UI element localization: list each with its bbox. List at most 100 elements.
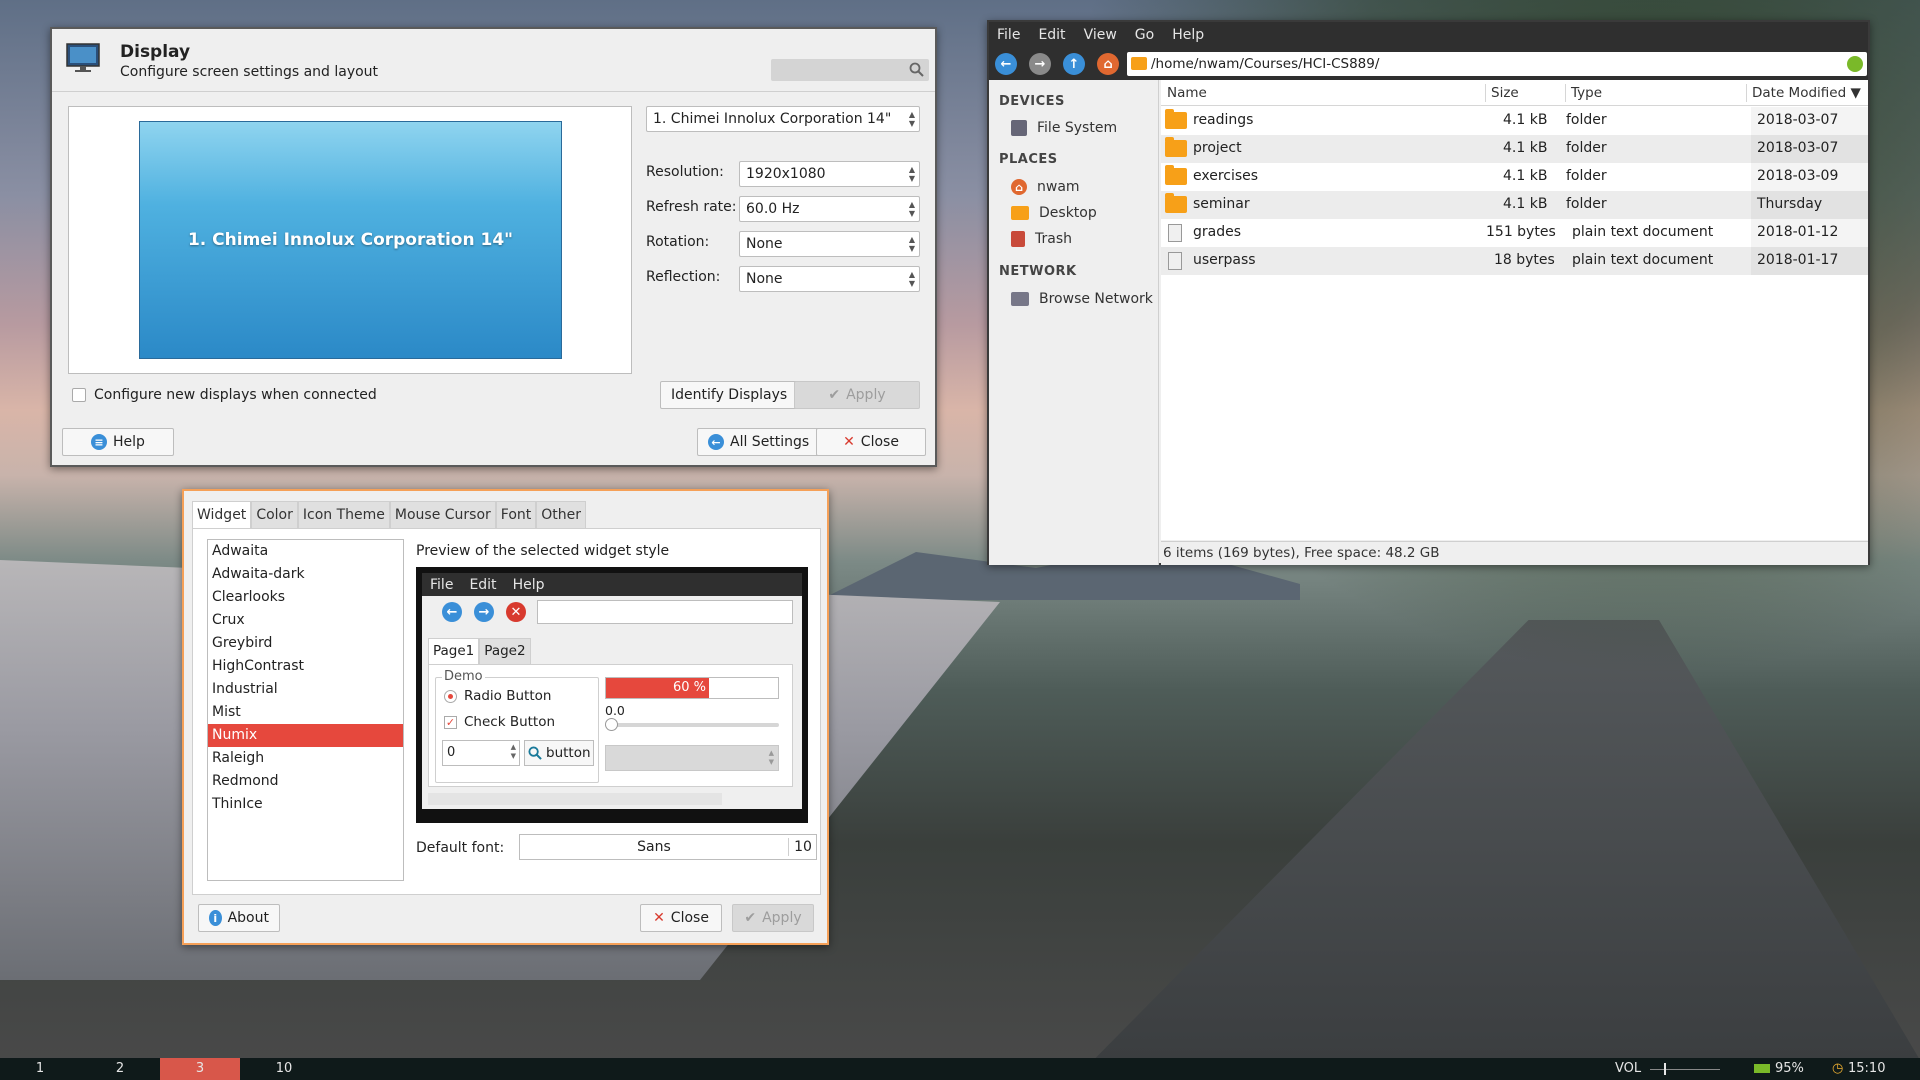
list-item[interactable]: Raleigh <box>208 747 403 770</box>
sidebar-item-trash[interactable]: Trash <box>1011 231 1072 247</box>
forward-icon[interactable]: → <box>474 602 494 622</box>
home-icon[interactable]: ⌂ <box>1097 53 1119 75</box>
demo-entry[interactable] <box>537 600 793 624</box>
menu-view[interactable]: View <box>1084 27 1117 43</box>
file-row[interactable]: userpass 18 bytes plain text document 20… <box>1161 247 1868 275</box>
demo-radio-button[interactable] <box>444 689 457 703</box>
demo-button[interactable]: button <box>524 740 594 766</box>
tab-other[interactable]: Other <box>536 501 587 528</box>
rotation-value: None <box>746 236 783 252</box>
column-type[interactable]: Type <box>1571 85 1602 101</box>
list-item[interactable]: Mist <box>208 701 403 724</box>
column-date-modified[interactable]: Date Modified ▼ <box>1752 85 1861 101</box>
apply-label: Apply <box>846 387 886 403</box>
menu-file[interactable]: File <box>997 27 1020 43</box>
configure-new-displays-checkbox[interactable] <box>72 388 86 402</box>
page-subtitle: Configure screen settings and layout <box>120 64 379 80</box>
list-item[interactable]: Greybird <box>208 632 403 655</box>
demo-scale-value: 0.0 <box>605 703 625 718</box>
list-item[interactable]: Crux <box>208 609 403 632</box>
back-icon[interactable]: ← <box>995 53 1017 75</box>
list-item-selected[interactable]: Numix <box>208 724 403 747</box>
help-button[interactable]: ≡ Help <box>62 428 174 456</box>
volume-slider[interactable] <box>1650 1069 1720 1070</box>
list-item[interactable]: Adwaita-dark <box>208 563 403 586</box>
refresh-rate-select[interactable]: 60.0 Hz ▲ ▼ <box>739 196 920 222</box>
workspace-10[interactable]: 10 <box>240 1058 328 1080</box>
workspace-3-active[interactable]: 3 <box>160 1058 240 1080</box>
tab-mouse-cursor[interactable]: Mouse Cursor <box>389 501 496 528</box>
search-input[interactable] <box>771 59 929 81</box>
sidebar-item-nwam[interactable]: ⌂ nwam <box>1011 179 1080 195</box>
sidebar-item-file-system[interactable]: File System <box>1011 120 1117 136</box>
reflection-select[interactable]: None ▲ ▼ <box>739 266 920 292</box>
file-row[interactable]: exercises 4.1 kB folder 2018-03-09 <box>1161 163 1868 191</box>
list-item[interactable]: Industrial <box>208 678 403 701</box>
clock-icon: ◷ <box>1832 1061 1844 1076</box>
column-size[interactable]: Size <box>1491 85 1519 101</box>
configure-new-displays-row[interactable]: Configure new displays when connected <box>72 387 377 403</box>
demo-scale-track[interactable] <box>605 723 779 727</box>
file-row[interactable]: seminar 4.1 kB folder Thursday <box>1161 191 1868 219</box>
workspace-2[interactable]: 2 <box>80 1058 160 1080</box>
demo-check-row[interactable]: ✓ Check Button <box>444 714 555 730</box>
about-button[interactable]: i About <box>198 904 280 932</box>
file-row[interactable]: readings 4.1 kB folder 2018-03-07 <box>1161 107 1868 135</box>
demo-spin-input[interactable]: 0 ▲ ▼ <box>442 740 520 766</box>
stop-icon[interactable]: ✕ <box>506 602 526 622</box>
sidebar-item-desktop[interactable]: Desktop <box>1011 205 1097 221</box>
monitor-preview[interactable]: 1. Chimei Innolux Corporation 14" <box>139 121 562 359</box>
location-bar[interactable]: /home/nwam/Courses/HCI-CS889/ <box>1127 52 1867 76</box>
rotation-select[interactable]: None ▲ ▼ <box>739 231 920 257</box>
demo-tab-page1[interactable]: Page1 <box>428 638 480 664</box>
apply-button[interactable]: ✔ Apply <box>732 904 814 932</box>
sidebar: DEVICES File System PLACES ⌂ nwam Deskto… <box>989 80 1159 565</box>
list-item[interactable]: Adwaita <box>208 540 403 563</box>
demo-scale-handle[interactable] <box>605 718 618 731</box>
list-item[interactable]: Redmond <box>208 770 403 793</box>
forward-icon[interactable]: → <box>1029 53 1051 75</box>
menu-go[interactable]: Go <box>1135 27 1154 43</box>
sidebar-item-browse-network[interactable]: Browse Network <box>1011 291 1153 307</box>
all-settings-button[interactable]: ← All Settings <box>697 428 821 456</box>
monitor-select[interactable]: 1. Chimei Innolux Corporation 14" ▲ ▼ <box>646 106 920 132</box>
sidebar-item-label: Desktop <box>1039 205 1097 221</box>
workspace-1[interactable]: 1 <box>0 1058 80 1080</box>
theme-list[interactable]: Adwaita Adwaita-dark Clearlooks Crux Gre… <box>207 539 404 881</box>
file-row[interactable]: grades 151 bytes plain text document 201… <box>1161 219 1868 247</box>
resolution-select[interactable]: 1920x1080 ▲ ▼ <box>739 161 920 187</box>
file-name: project <box>1193 140 1242 156</box>
tab-font[interactable]: Font <box>495 501 537 528</box>
list-item[interactable]: HighContrast <box>208 655 403 678</box>
back-icon[interactable]: ← <box>442 602 462 622</box>
list-item[interactable]: ThinIce <box>208 793 403 816</box>
tab-color[interactable]: Color <box>251 501 298 528</box>
text-document-icon <box>1168 252 1182 270</box>
file-row[interactable]: project 4.1 kB folder 2018-03-07 <box>1161 135 1868 163</box>
demo-menu-help[interactable]: Help <box>513 577 545 593</box>
go-icon[interactable] <box>1847 56 1863 72</box>
sidebar-item-label: Browse Network <box>1039 291 1153 307</box>
demo-menu-file[interactable]: File <box>430 577 453 593</box>
battery-icon <box>1754 1064 1770 1073</box>
menu-help[interactable]: Help <box>1172 27 1204 43</box>
up-icon[interactable]: ↑ <box>1063 53 1085 75</box>
tab-icon-theme[interactable]: Icon Theme <box>297 501 390 528</box>
volume-label[interactable]: VOL <box>1615 1058 1641 1080</box>
clock: 15:10 <box>1848 1061 1886 1076</box>
identify-displays-button[interactable]: Identify Displays <box>660 381 799 409</box>
demo-tab-page2[interactable]: Page2 <box>479 638 531 664</box>
demo-checkbox[interactable]: ✓ <box>444 715 457 729</box>
demo-menu-edit[interactable]: Edit <box>469 577 496 593</box>
demo-radio-row[interactable]: Radio Button <box>444 688 551 704</box>
menu-edit[interactable]: Edit <box>1038 27 1065 43</box>
close-button[interactable]: ✕ Close <box>816 428 926 456</box>
close-button[interactable]: ✕ Close <box>640 904 722 932</box>
tab-widget[interactable]: Widget <box>192 501 252 528</box>
default-font-button[interactable]: Sans 10 <box>519 834 817 860</box>
volume-handle[interactable] <box>1664 1063 1666 1075</box>
apply-button[interactable]: ✔ Apply <box>794 381 920 409</box>
demo-check-label: Check Button <box>464 714 556 730</box>
column-name[interactable]: Name <box>1167 85 1207 101</box>
list-item[interactable]: Clearlooks <box>208 586 403 609</box>
